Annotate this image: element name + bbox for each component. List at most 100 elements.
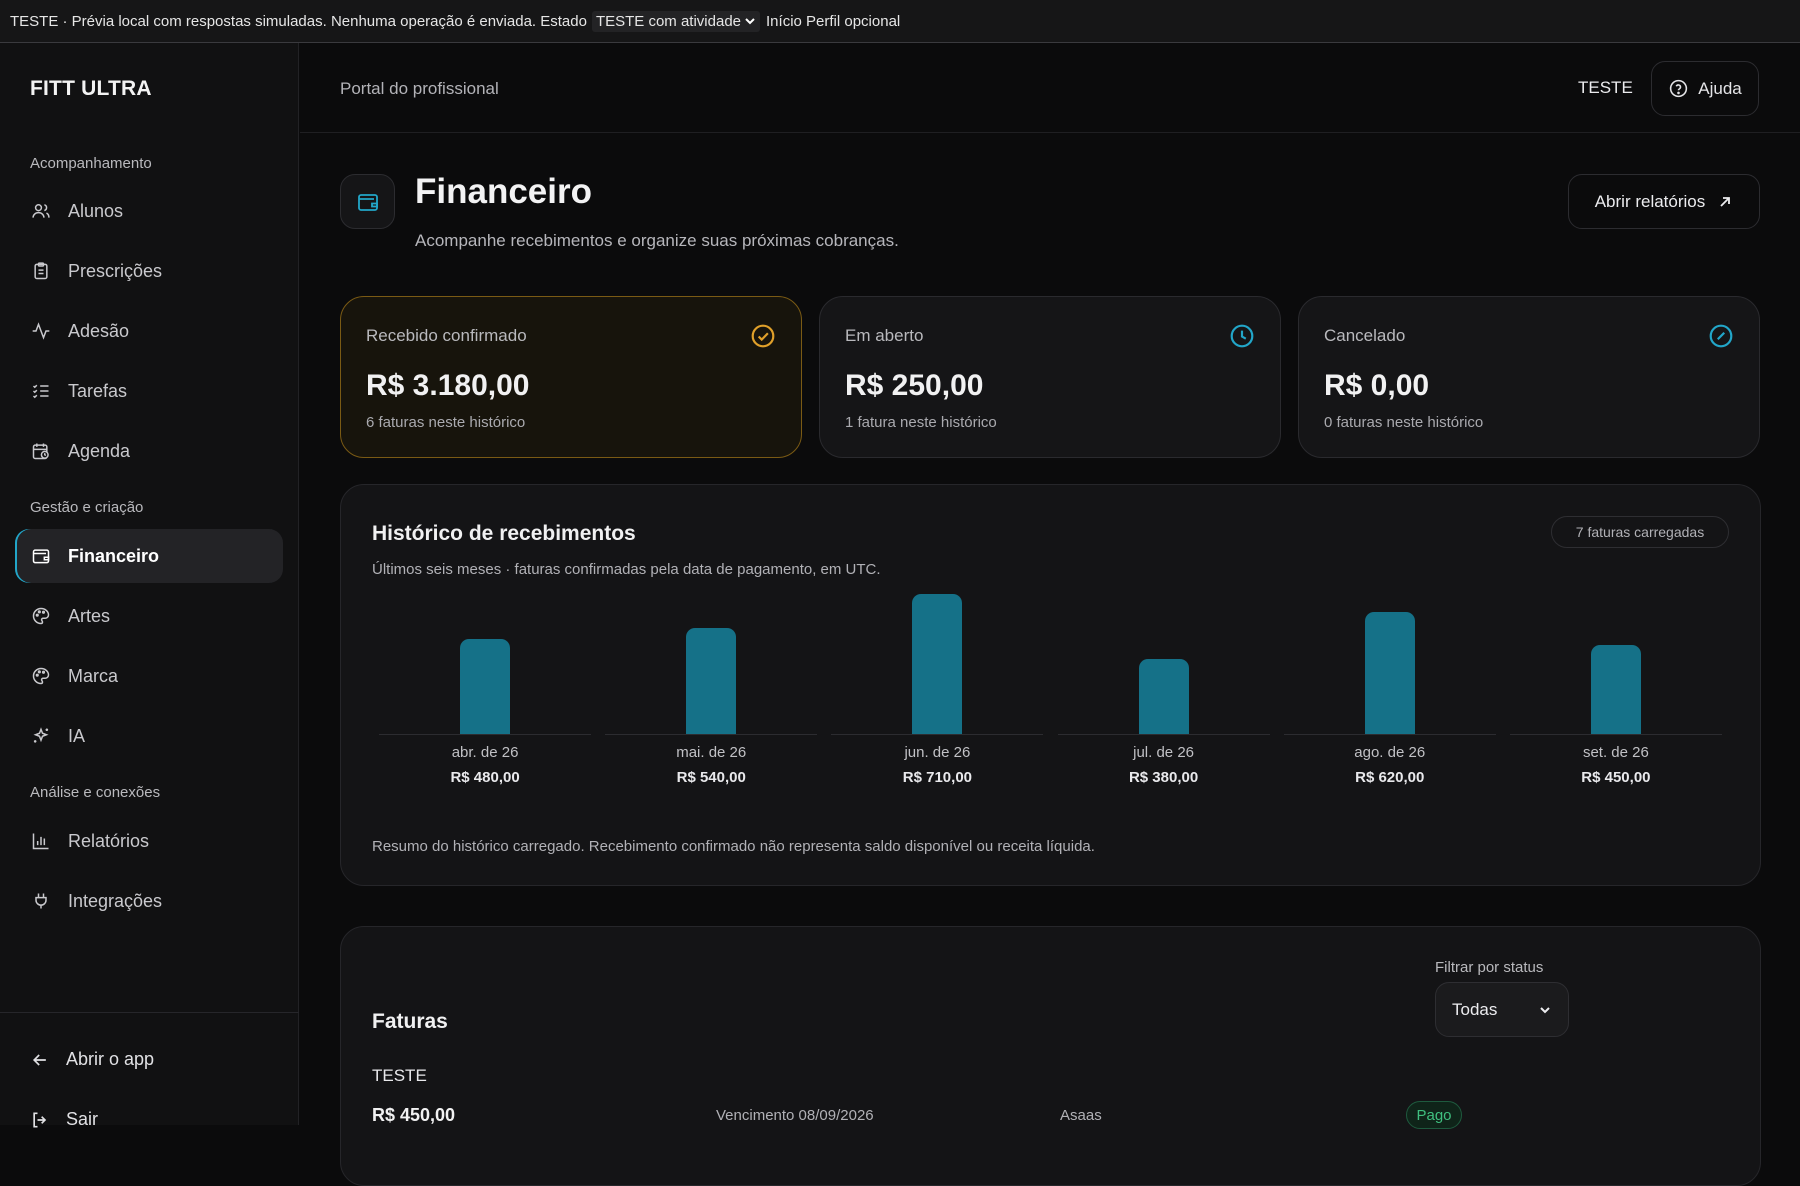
invoices-title: Faturas — [372, 1010, 448, 1033]
open-reports-button[interactable]: Abrir relatórios — [1568, 174, 1760, 229]
check-circle-icon — [751, 324, 775, 348]
chart-category-label: set. de 26 — [1582, 744, 1649, 761]
chart-bar — [1138, 659, 1189, 734]
sidebar-item-label: Alunos — [68, 200, 124, 221]
portal-label: Portal do profissional — [340, 79, 499, 98]
invoice-name: TESTE — [372, 1066, 427, 1085]
clipboard-icon — [34, 262, 48, 280]
sidebar-item-label: Integrações — [68, 890, 163, 911]
chart-category-label: jul. de 26 — [1133, 744, 1195, 761]
state-select[interactable]: TESTE com atividade — [591, 10, 761, 32]
activity-icon — [32, 322, 50, 340]
sidebar-footer — [0, 1012, 299, 1013]
sidebar-item-label: Tarefas — [68, 380, 128, 401]
summary-card-cancelled: Cancelado R$ 0,00 0 faturas neste histór… — [1298, 296, 1760, 458]
sidebar-item-agenda[interactable]: Agenda — [15, 424, 283, 478]
slash-circle-icon — [1709, 324, 1733, 348]
help-button[interactable]: Ajuda — [1651, 61, 1759, 116]
sidebar-item-financeiro[interactable]: Financeiro — [15, 529, 283, 583]
sidebar-item-relatorios[interactable]: Relatórios — [15, 814, 283, 868]
sidebar-item-label: Artes — [68, 605, 111, 626]
section-label: Gestão e criação — [30, 499, 144, 516]
card-label: Em aberto — [845, 326, 924, 345]
page-subtitle: Acompanhe recebimentos e organize suas p… — [415, 231, 899, 250]
status-filter-label: Filtrar por status — [1435, 959, 1544, 976]
sidebar-item-adesao[interactable]: Adesão — [15, 304, 283, 358]
sidebar-item-integracoes[interactable]: Integrações — [15, 874, 283, 928]
chart-bar — [912, 594, 963, 734]
chart-category-label: mai. de 26 — [676, 744, 747, 761]
checklist-icon — [32, 384, 49, 399]
sidebar-item-alunos[interactable]: Alunos — [15, 184, 283, 238]
palette-icon — [32, 607, 50, 625]
chart-bar — [1364, 611, 1415, 734]
main-content: Financeiro Acompanhe recebimentos e orga… — [300, 134, 1800, 1186]
sidebar-item-marca[interactable]: Marca — [15, 649, 283, 703]
users-icon — [32, 204, 50, 218]
chart-bar — [686, 627, 737, 734]
sidebar-item-label: Adesão — [68, 320, 130, 341]
section-label: Análise e conexões — [30, 784, 161, 801]
sidebar-item-label: Financeiro — [68, 545, 160, 566]
help-label: Ajuda — [1698, 78, 1742, 98]
sidebar-item-ia[interactable]: IA — [15, 709, 283, 763]
preview-banner: TESTE · Prévia local com respostas simul… — [0, 0, 1800, 43]
chart-value-label: R$ 480,00 — [450, 769, 520, 786]
chart-baseline — [1057, 734, 1270, 735]
chart-bar — [460, 639, 511, 734]
card-value: R$ 250,00 — [845, 369, 984, 402]
chart-category-label: ago. de 26 — [1354, 744, 1426, 761]
sidebar-item-label: Relatórios — [68, 830, 150, 851]
chart-baseline — [605, 734, 818, 735]
invoices-panel: Faturas Filtrar por status Todas TESTE R… — [340, 926, 1761, 1186]
preview-links[interactable]: Início Perfil opcional — [766, 13, 900, 30]
chart-baseline — [1509, 734, 1722, 735]
chart-value-label: R$ 620,00 — [1355, 769, 1425, 786]
page-title: Financeiro — [415, 172, 592, 211]
chevron-down-icon — [1540, 1006, 1550, 1013]
user-name[interactable]: TESTE — [1578, 78, 1633, 98]
sidebar-item-label: IA — [68, 725, 86, 746]
status-filter-select[interactable]: Todas — [1435, 982, 1569, 1037]
chart-value-label: R$ 710,00 — [902, 769, 973, 786]
card-value: R$ 0,00 — [1324, 369, 1430, 402]
sidebar-item-label: Agenda — [68, 440, 131, 461]
history-panel: Histórico de recebimentos Últimos seis m… — [340, 484, 1761, 886]
card-label: Cancelado — [1324, 326, 1406, 345]
preview-banner-text: TESTE · Prévia local com respostas simul… — [10, 12, 587, 30]
sidebar-item-prescricoes[interactable]: Prescrições — [15, 244, 283, 298]
sidebar-item-tarefas[interactable]: Tarefas — [15, 364, 283, 418]
history-title: Histórico de recebimentos — [372, 522, 636, 545]
arrow-up-right-icon — [1720, 196, 1731, 207]
chart-value-label: R$ 450,00 — [1581, 769, 1651, 786]
chart-baseline — [1283, 734, 1496, 735]
history-note: Resumo do histórico carregado. Recebimen… — [372, 838, 1095, 855]
sidebar-item-artes[interactable]: Artes — [15, 589, 283, 643]
wallet-icon — [32, 549, 50, 564]
card-count: 6 faturas neste histórico — [366, 414, 526, 431]
logout-link[interactable]: Sair — [30, 1109, 98, 1130]
state-select-value: TESTE com atividade — [595, 12, 742, 30]
summary-card-open: Em aberto R$ 250,00 1 fatura neste histó… — [819, 296, 1281, 458]
open-reports-label: Abrir relatórios — [1594, 191, 1706, 211]
sidebar-item-label: Marca — [68, 665, 119, 686]
sparkles-icon — [33, 727, 49, 743]
calendar-clock-icon — [32, 443, 49, 460]
invoice-gateway: Asaas — [1060, 1107, 1102, 1124]
status-filter-value: Todas — [1452, 999, 1498, 1019]
plug-icon — [35, 893, 47, 909]
chart-baseline — [831, 734, 1044, 735]
open-app-label: Abrir o app — [66, 1049, 155, 1069]
chart-value-label: R$ 380,00 — [1128, 769, 1199, 786]
history-subtitle: Últimos seis meses · faturas confirmadas… — [372, 561, 881, 578]
help-circle-icon — [1670, 79, 1688, 98]
bar-chart-icon — [32, 833, 49, 850]
invoice-amount: R$ 450,00 — [372, 1105, 456, 1125]
open-app-link[interactable]: Abrir o app — [30, 1049, 154, 1070]
invoice-due-date: Vencimento 08/09/2026 — [716, 1107, 874, 1124]
brand-logo[interactable]: FITT ULTRA — [30, 77, 152, 101]
arrow-left-icon — [32, 1053, 46, 1066]
chart-baseline — [379, 734, 592, 735]
section-label: Acompanhamento — [30, 155, 152, 172]
history-bar-chart: abr. de 26 R$ 480,00 mai. de 26 R$ 540,00 ju… — [372, 585, 1729, 801]
